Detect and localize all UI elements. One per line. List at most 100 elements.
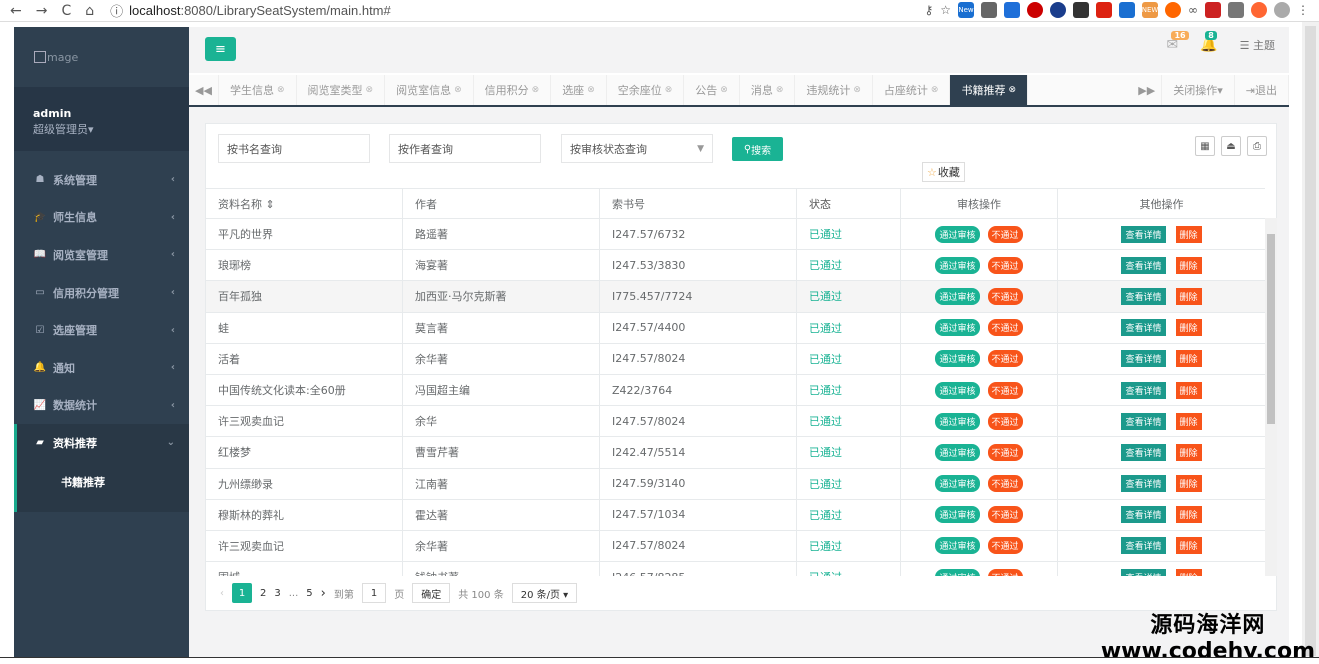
close-icon[interactable]: ⊗ (587, 85, 595, 95)
approve-button[interactable]: 通过审核 (935, 506, 980, 524)
table-row[interactable]: 围城钱钟书著I246.57/8285已通过通过审核不通过查看详情删除 (206, 562, 1265, 576)
reject-button[interactable]: 不通过 (987, 568, 1023, 576)
close-icon[interactable]: ⊗ (776, 85, 784, 95)
home-icon[interactable]: ⌂ (85, 3, 94, 19)
table-row[interactable]: 活着 余华著 I247.57/8024 已通过 通过审核 不通过 查看详情 删除 (206, 343, 1265, 375)
close-icon[interactable]: ⊗ (366, 85, 374, 95)
tab-free-seat[interactable]: 空余座位 ⊗ (607, 75, 685, 105)
download-ext-icon[interactable] (1004, 2, 1020, 18)
tab-announcement[interactable]: 公告 ⊗ (684, 75, 740, 105)
game-ext-icon[interactable] (1073, 2, 1089, 18)
sidebar-item-teacher-student[interactable]: 🎓 师生信息 ‹ (14, 199, 189, 237)
camera-ext-icon[interactable] (1228, 2, 1244, 18)
theme-button[interactable]: ☰ 主题 (1240, 37, 1275, 53)
reload-icon[interactable]: C (61, 3, 71, 19)
book-name-search-input[interactable]: 按书名查询 (218, 134, 370, 163)
view-detail-button[interactable]: 查看详情 (1121, 412, 1166, 430)
page-3[interactable]: 3 (274, 588, 280, 599)
tab-room-type[interactable]: 阅览室类型 ⊗ (297, 75, 386, 105)
tab-scroll-left-icon[interactable]: ◀◀ (189, 75, 219, 105)
approve-button[interactable]: 通过审核 (935, 412, 980, 430)
view-detail-button[interactable]: 查看详情 (1121, 381, 1166, 399)
delete-button[interactable]: 删除 (1175, 443, 1202, 461)
delete-button[interactable]: 删除 (1175, 568, 1202, 576)
page-2[interactable]: 2 (260, 588, 266, 599)
menu-dots-icon[interactable]: ⋮ (1297, 3, 1309, 17)
approve-button[interactable]: 通过审核 (935, 537, 980, 555)
video-ext-icon[interactable] (1096, 2, 1112, 18)
view-detail-button[interactable]: 查看详情 (1121, 443, 1166, 461)
sidebar-item-seat[interactable]: ☑ 选座管理 ‹ (14, 311, 189, 349)
view-detail-button[interactable]: 查看详情 (1121, 568, 1166, 576)
sidebar-item-system[interactable]: ☗ 系统管理 ‹ (14, 161, 189, 199)
tab-scroll-right-icon[interactable]: ▶▶ (1132, 75, 1163, 105)
close-icon[interactable]: ⊗ (931, 85, 939, 95)
status-select[interactable]: 按审核状态查询 ▼ (561, 134, 713, 163)
table-row[interactable]: 穆斯林的葬礼 霍达著 I247.57/1034 已通过 通过审核 不通过 查看详情 删除 (206, 499, 1265, 531)
view-detail-button[interactable]: 查看详情 (1121, 506, 1166, 524)
sidebar-item-stats[interactable]: 📈 数据统计 ‹ (14, 387, 189, 425)
reject-button[interactable]: 不通过 (987, 256, 1023, 274)
page-1[interactable]: 1 (232, 583, 252, 603)
red-ext-icon[interactable] (1205, 2, 1221, 18)
approve-button[interactable]: 通过审核 (935, 443, 980, 461)
tab-student-info[interactable]: 学生信息 ⊗ (219, 75, 297, 105)
tab-credit[interactable]: 信用积分 ⊗ (474, 75, 552, 105)
tab-message[interactable]: 消息 ⊗ (740, 75, 796, 105)
reject-button[interactable]: 不通过 (987, 350, 1023, 368)
ext-icon[interactable] (981, 2, 997, 18)
view-detail-button[interactable]: 查看详情 (1121, 350, 1166, 368)
view-detail-button[interactable]: 查看详情 (1121, 256, 1166, 274)
table-scrollbar[interactable] (1265, 218, 1277, 576)
close-icon[interactable]: ⊗ (277, 85, 285, 95)
tab-violation-stats[interactable]: 违规统计 ⊗ (795, 75, 873, 105)
approve-button[interactable]: 通过审核 (935, 568, 980, 576)
export-icon[interactable]: ⏏ (1221, 136, 1241, 156)
print-icon[interactable]: ⎙ (1247, 136, 1267, 156)
sidebar-subitem-book-recommend[interactable]: 书籍推荐 (14, 461, 189, 512)
infinity-icon[interactable]: ∞ (1188, 3, 1198, 17)
tab-seat[interactable]: 选座 ⊗ (551, 75, 607, 105)
page-input[interactable]: 1 (361, 583, 387, 603)
tab-room-info[interactable]: 阅览室信息 ⊗ (385, 75, 474, 105)
delete-button[interactable]: 删除 (1175, 506, 1202, 524)
header-name[interactable]: 资料名称 ⇕ (206, 189, 403, 218)
new2-ext-icon[interactable]: NEW (1142, 2, 1158, 18)
key-icon[interactable]: ⚷ (924, 3, 933, 17)
menu-toggle-button[interactable]: ≡ (205, 37, 236, 61)
delete-button[interactable]: 删除 (1175, 350, 1202, 368)
reject-button[interactable]: 不通过 (987, 381, 1023, 399)
bell-icon[interactable]: 🔔 8 (1200, 31, 1218, 53)
view-detail-button[interactable]: 查看详情 (1121, 475, 1166, 493)
reject-button[interactable]: 不通过 (987, 412, 1023, 430)
page-size-select[interactable]: 20 条/页 ▾ (511, 583, 578, 603)
sidebar-item-recommend[interactable]: ▰ 资料推荐 ⌄ (14, 424, 189, 462)
close-icon[interactable]: ⊗ (720, 85, 728, 95)
reject-button[interactable]: 不通过 (987, 506, 1023, 524)
approve-button[interactable]: 通过审核 (935, 256, 980, 274)
delete-button[interactable]: 删除 (1175, 287, 1202, 305)
reject-button[interactable]: 不通过 (987, 443, 1023, 461)
delete-button[interactable]: 删除 (1175, 475, 1202, 493)
approve-button[interactable]: 通过审核 (935, 381, 980, 399)
table-row[interactable]: 百年孤独 加西亚·马尔克斯著 I775.457/7724 已通过 通过审核 不通过 查看详情… (206, 281, 1265, 313)
user-role[interactable]: 超级管理员▾ (33, 121, 189, 137)
reject-button[interactable]: 不通过 (987, 319, 1023, 337)
logout-button[interactable]: ⇥ 退出 (1235, 75, 1289, 105)
reject-button[interactable]: 不通过 (987, 475, 1023, 493)
opera-ext-icon[interactable] (1027, 2, 1043, 18)
vpn-ext-icon[interactable] (1050, 2, 1066, 18)
prev-page-icon[interactable]: ‹ (220, 588, 224, 599)
reject-button[interactable]: 不通过 (987, 287, 1023, 305)
approve-button[interactable]: 通过审核 (935, 287, 980, 305)
delete-button[interactable]: 删除 (1175, 319, 1202, 337)
close-icon[interactable]: ⊗ (532, 85, 540, 95)
reject-button[interactable]: 不通过 (987, 225, 1023, 243)
table-row[interactable]: 中国传统文化读本:全60册 冯国超主编 Z422/3764 已通过 通过审核 不通过 查看详… (206, 374, 1265, 407)
confirm-button[interactable]: 确定 (412, 583, 451, 603)
new-ext-icon[interactable]: New (958, 2, 974, 18)
address-bar[interactable]: ⓘ localhost:8080/LibrarySeatSystem/main.… (110, 1, 391, 20)
table-row[interactable]: 平凡的世界 路遥著 I247.57/6732 已通过 通过审核 不通过 查看详情 删除 (206, 219, 1265, 251)
approve-button[interactable]: 通过审核 (935, 225, 980, 243)
tab-book-recommend[interactable]: 书籍推荐 ⊗ (950, 75, 1029, 105)
